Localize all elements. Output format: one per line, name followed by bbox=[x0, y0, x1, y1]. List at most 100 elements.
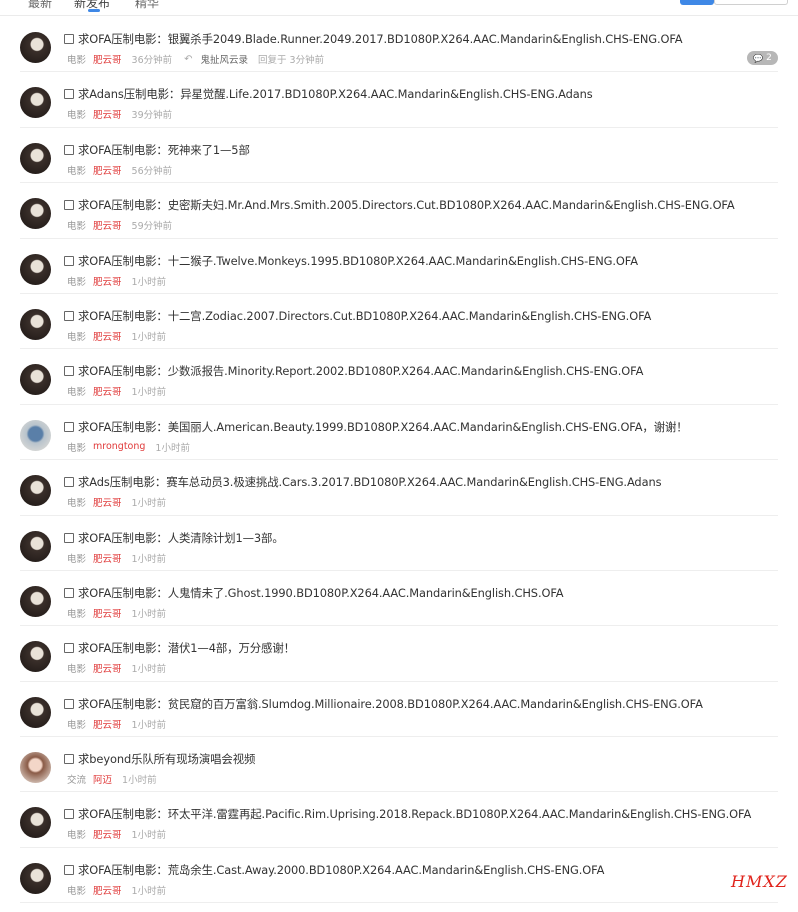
thread-author[interactable]: 肥云哥 bbox=[93, 218, 122, 232]
thread-row[interactable]: 求OFA压制电影：美国丽人.American.Beauty.1999.BD108… bbox=[20, 405, 778, 461]
avatar[interactable] bbox=[20, 807, 51, 839]
checkbox-icon[interactable] bbox=[64, 310, 74, 321]
thread-title[interactable]: 求OFA压制电影：美国丽人.American.Beauty.1999.BD108… bbox=[78, 419, 688, 435]
avatar[interactable] bbox=[20, 585, 51, 617]
thread-title[interactable]: 求beyond乐队所有现场演唱会视频 bbox=[78, 751, 255, 767]
thread-row[interactable]: 求OFA压制电影：银翼杀手2049.Blade.Runner.2049.2017… bbox=[20, 17, 778, 73]
thread-author[interactable]: 肥云哥 bbox=[93, 717, 122, 731]
avatar[interactable] bbox=[20, 419, 51, 451]
thread-title[interactable]: 求OFA压制电影：十二宫.Zodiac.2007.Directors.Cut.B… bbox=[78, 308, 651, 324]
checkbox-icon[interactable] bbox=[64, 200, 74, 211]
thread-row[interactable]: 求beyond乐队所有现场演唱会视频 交流 阿迈 1小时前 bbox=[20, 737, 778, 793]
thread-row[interactable]: 求OFA压制电影：少数派报告.Minority.Report.2002.BD10… bbox=[20, 349, 778, 405]
thread-category[interactable]: 电影 bbox=[67, 384, 86, 398]
thread-category[interactable]: 电影 bbox=[67, 218, 86, 232]
avatar[interactable] bbox=[20, 142, 51, 174]
avatar[interactable] bbox=[20, 364, 51, 396]
avatar[interactable] bbox=[20, 475, 51, 507]
checkbox-icon[interactable] bbox=[64, 477, 74, 488]
thread-row[interactable]: 求OFA压制电影：史密斯夫妇.Mr.And.Mrs.Smith.2005.Dir… bbox=[20, 183, 778, 239]
thread-category[interactable]: 电影 bbox=[67, 883, 86, 897]
thread-row[interactable]: 求OFA压制电影：环太平洋.雷霆再起.Pacific.Rim.Uprising.… bbox=[20, 792, 778, 848]
thread-category[interactable]: 电影 bbox=[67, 163, 86, 177]
thread-title[interactable]: 求OFA压制电影：人类清除计划1—3部。 bbox=[78, 530, 284, 546]
thread-row[interactable]: 求Adans压制电影：异星觉醒.Life.2017.BD1080P.X264.A… bbox=[20, 72, 778, 128]
thread-row[interactable]: 求OFA压制电影：人类清除计划1—3部。 电影 肥云哥 1小时前 bbox=[20, 516, 778, 571]
thread-title[interactable]: 求Adans压制电影：异星觉醒.Life.2017.BD1080P.X264.A… bbox=[78, 86, 593, 102]
thread-author[interactable]: 肥云哥 bbox=[93, 274, 122, 288]
thread-title[interactable]: 求OFA压制电影：人鬼情未了.Ghost.1990.BD1080P.X264.A… bbox=[78, 585, 564, 601]
thread-title[interactable]: 求OFA压制电影：十二猴子.Twelve.Monkeys.1995.BD1080… bbox=[78, 253, 638, 269]
thread-title[interactable]: 求OFA压制电影：少数派报告.Minority.Report.2002.BD10… bbox=[78, 363, 643, 379]
thread-author[interactable]: 肥云哥 bbox=[93, 163, 122, 177]
thread-category[interactable]: 电影 bbox=[67, 52, 86, 66]
checkbox-icon[interactable] bbox=[64, 144, 74, 155]
thread-row[interactable]: 求OFA压制电影：十二宫.Zodiac.2007.Directors.Cut.B… bbox=[20, 294, 778, 350]
thread-row[interactable]: 求OFA压制电影：潜伏1—4部，万分感谢！ 电影 肥云哥 1小时前 bbox=[20, 626, 778, 682]
avatar[interactable] bbox=[20, 253, 51, 285]
tab-featured[interactable]: 精华 bbox=[135, 0, 159, 11]
thread-author[interactable]: 肥云哥 bbox=[93, 606, 122, 620]
thread-author[interactable]: 肥云哥 bbox=[93, 107, 122, 121]
checkbox-icon[interactable] bbox=[64, 421, 74, 432]
thread-title[interactable]: 求OFA压制电影：史密斯夫妇.Mr.And.Mrs.Smith.2005.Dir… bbox=[78, 197, 735, 213]
thread-author[interactable]: 肥云哥 bbox=[93, 883, 122, 897]
thread-category[interactable]: 电影 bbox=[67, 606, 86, 620]
thread-title[interactable]: 求OFA压制电影：死神来了1—5部 bbox=[78, 142, 250, 158]
avatar[interactable] bbox=[20, 530, 51, 562]
checkbox-icon[interactable] bbox=[64, 532, 74, 543]
checkbox-icon[interactable] bbox=[64, 754, 74, 765]
thread-category[interactable]: 电影 bbox=[67, 329, 86, 343]
thread-author[interactable]: 肥云哥 bbox=[93, 495, 122, 509]
checkbox-icon[interactable] bbox=[64, 255, 74, 266]
avatar[interactable] bbox=[20, 752, 51, 784]
thread-row[interactable]: 求OFA压制电影：荒岛余生.Cast.Away.2000.BD1080P.X26… bbox=[20, 848, 778, 904]
thread-category[interactable]: 电影 bbox=[67, 440, 86, 454]
avatar[interactable] bbox=[20, 696, 51, 728]
thread-title[interactable]: 求OFA压制电影：银翼杀手2049.Blade.Runner.2049.2017… bbox=[78, 31, 683, 47]
thread-author[interactable]: mrongtong bbox=[93, 441, 145, 452]
checkbox-icon[interactable] bbox=[64, 587, 74, 598]
thread-row[interactable]: 求OFA压制电影：十二猴子.Twelve.Monkeys.1995.BD1080… bbox=[20, 239, 778, 294]
reply-user[interactable]: 鬼扯风云录 bbox=[201, 52, 249, 66]
avatar[interactable] bbox=[20, 87, 51, 119]
checkbox-icon[interactable] bbox=[64, 864, 74, 875]
thread-row[interactable]: 求OFA压制电影：人鬼情未了.Ghost.1990.BD1080P.X264.A… bbox=[20, 571, 778, 627]
thread-category[interactable]: 电影 bbox=[67, 274, 86, 288]
thread-category[interactable]: 电影 bbox=[67, 717, 86, 731]
checkbox-icon[interactable] bbox=[64, 89, 74, 100]
thread-author[interactable]: 肥云哥 bbox=[93, 827, 122, 841]
avatar[interactable] bbox=[20, 198, 51, 230]
thread-title[interactable]: 求OFA压制电影：潜伏1—4部，万分感谢！ bbox=[78, 640, 295, 656]
checkbox-icon[interactable] bbox=[64, 34, 74, 44]
thread-row[interactable]: 求OFA压制电影：死神来了1—5部 电影 肥云哥 56分钟前 bbox=[20, 128, 778, 184]
thread-category[interactable]: 电影 bbox=[67, 495, 86, 509]
thread-row[interactable]: 求Ads压制电影：赛车总动员3.极速挑战.Cars.3.2017.BD1080P… bbox=[20, 460, 778, 516]
thread-category[interactable]: 电影 bbox=[67, 107, 86, 121]
checkbox-icon[interactable] bbox=[64, 366, 74, 377]
thread-title[interactable]: 求OFA压制电影：环太平洋.雷霆再起.Pacific.Rim.Uprising.… bbox=[78, 806, 751, 822]
checkbox-icon[interactable] bbox=[64, 809, 74, 820]
avatar[interactable] bbox=[20, 308, 51, 340]
checkbox-icon[interactable] bbox=[64, 698, 74, 709]
thread-author[interactable]: 肥云哥 bbox=[93, 384, 122, 398]
avatar[interactable] bbox=[20, 32, 51, 63]
thread-title[interactable]: 求OFA压制电影：荒岛余生.Cast.Away.2000.BD1080P.X26… bbox=[78, 862, 604, 878]
thread-title[interactable]: 求OFA压制电影：贫民窟的百万富翁.Slumdog.Millionaire.20… bbox=[78, 696, 703, 712]
avatar[interactable] bbox=[20, 862, 51, 894]
thread-category[interactable]: 电影 bbox=[67, 827, 86, 841]
filter-button[interactable] bbox=[714, 0, 788, 5]
thread-author[interactable]: 肥云哥 bbox=[93, 551, 122, 565]
post-button[interactable] bbox=[680, 0, 714, 5]
thread-author[interactable]: 阿迈 bbox=[93, 772, 112, 786]
thread-author[interactable]: 肥云哥 bbox=[93, 52, 122, 66]
thread-author[interactable]: 肥云哥 bbox=[93, 661, 122, 675]
tab-latest[interactable]: 最新 bbox=[28, 0, 52, 11]
avatar[interactable] bbox=[20, 641, 51, 673]
thread-author[interactable]: 肥云哥 bbox=[93, 329, 122, 343]
checkbox-icon[interactable] bbox=[64, 643, 74, 654]
thread-category[interactable]: 电影 bbox=[67, 551, 86, 565]
thread-row[interactable]: 求OFA压制电影：贫民窟的百万富翁.Slumdog.Millionaire.20… bbox=[20, 682, 778, 738]
thread-title[interactable]: 求Ads压制电影：赛车总动员3.极速挑战.Cars.3.2017.BD1080P… bbox=[78, 474, 662, 490]
thread-category[interactable]: 交流 bbox=[67, 772, 86, 786]
